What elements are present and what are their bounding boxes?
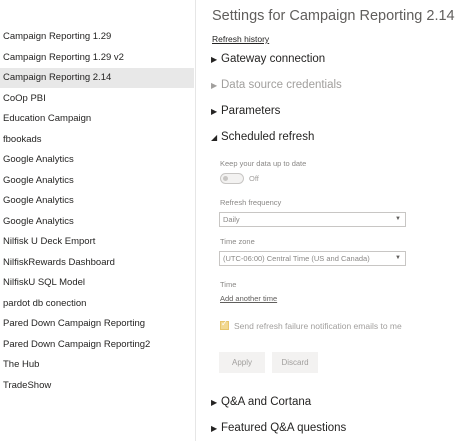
sidebar-item-pardot-db-conection[interactable]: pardot db conection <box>0 294 194 314</box>
dataset-list: Campaign Reporting 1.29 Campaign Reporti… <box>0 27 194 441</box>
sidebar-item-nilfiskrewards-dashboard[interactable]: NilfiskRewards Dashboard <box>0 253 194 273</box>
settings-pane: Settings for Campaign Reporting 2.14 Ref… <box>196 0 474 441</box>
keep-data-updated-toggle[interactable] <box>220 173 244 184</box>
caret-right-icon: ▶ <box>211 106 218 116</box>
refresh-frequency-select[interactable]: Daily ▼ <box>219 212 406 227</box>
caret-right-icon: ▶ <box>211 397 218 407</box>
caret-right-icon: ▶ <box>211 54 218 64</box>
toggle-knob <box>223 176 228 181</box>
notify-failure-label: Send refresh failure notification emails… <box>234 321 402 331</box>
sidebar-item-campaign-reporting-2-14[interactable]: Campaign Reporting 2.14 <box>0 68 194 88</box>
section-gateway-connection[interactable]: ▶ Gateway connection <box>211 53 325 65</box>
caret-right-icon: ▶ <box>211 423 218 433</box>
refresh-history-link[interactable]: Refresh history <box>212 34 269 44</box>
sidebar-item-nilfisk-u-deck-emport[interactable]: Nilfisk U Deck Emport <box>0 232 194 252</box>
sidebar-item-google-analytics[interactable]: Google Analytics <box>0 212 194 232</box>
add-another-time-link[interactable]: Add another time <box>220 294 277 303</box>
sidebar-item-tradeshow[interactable]: TradeShow <box>0 376 194 396</box>
refresh-frequency-value: Daily <box>223 215 240 224</box>
time-zone-select[interactable]: (UTC-06:00) Central Time (US and Canada)… <box>219 251 406 266</box>
section-qna-cortana[interactable]: ▶ Q&A and Cortana <box>211 396 311 408</box>
chevron-down-icon: ▼ <box>395 255 401 261</box>
section-label: Featured Q&A questions <box>221 422 347 434</box>
sidebar-item-campaign-reporting-1-29[interactable]: Campaign Reporting 1.29 <box>0 27 194 47</box>
sidebar-item-pared-down-campaign-reporting[interactable]: Pared Down Campaign Reporting <box>0 314 194 334</box>
sidebar-item-coop-pbi[interactable]: CoOp PBI <box>0 89 194 109</box>
sidebar-item-google-analytics[interactable]: Google Analytics <box>0 150 194 170</box>
section-featured-qna-questions[interactable]: ▶ Featured Q&A questions <box>211 422 346 434</box>
keep-data-updated-label: Keep your data up to date <box>220 159 307 168</box>
apply-button[interactable]: Apply <box>219 352 265 373</box>
section-data-source-credentials: ▶ Data source credentials <box>211 79 342 91</box>
sidebar-item-pared-down-campaign-reporting2[interactable]: Pared Down Campaign Reporting2 <box>0 335 194 355</box>
sidebar-item-google-analytics[interactable]: Google Analytics <box>0 171 194 191</box>
checkmark-icon: ✓ <box>221 319 228 328</box>
page-title: Settings for Campaign Reporting 2.14 <box>212 8 455 24</box>
caret-right-icon: ▶ <box>211 80 218 90</box>
toggle-state-label: Off <box>249 174 259 183</box>
section-label: Data source credentials <box>221 79 342 91</box>
section-label: Parameters <box>221 105 281 117</box>
chevron-down-icon: ▼ <box>395 216 401 222</box>
sidebar-item-fbookads[interactable]: fbookads <box>0 130 194 150</box>
section-parameters[interactable]: ▶ Parameters <box>211 105 280 117</box>
time-zone-label: Time zone <box>220 237 255 246</box>
sidebar-item-nilfisku-sql-model[interactable]: NilfiskU SQL Model <box>0 273 194 293</box>
sidebar-item-google-analytics[interactable]: Google Analytics <box>0 191 194 211</box>
caret-expanded-icon: ◢ <box>211 132 218 142</box>
sidebar-item-education-campaign[interactable]: Education Campaign <box>0 109 194 129</box>
notify-failure-checkbox[interactable]: ✓ <box>220 319 229 330</box>
sidebar-item-the-hub[interactable]: The Hub <box>0 355 194 375</box>
sidebar-item-campaign-reporting-1-29-v2[interactable]: Campaign Reporting 1.29 v2 <box>0 48 194 68</box>
refresh-frequency-label: Refresh frequency <box>220 198 282 207</box>
time-label: Time <box>220 280 237 289</box>
section-label: Q&A and Cortana <box>221 396 312 408</box>
section-label: Gateway connection <box>221 53 326 65</box>
section-label: Scheduled refresh <box>221 131 315 143</box>
time-zone-value: (UTC-06:00) Central Time (US and Canada) <box>223 254 370 263</box>
discard-button[interactable]: Discard <box>272 352 318 373</box>
section-scheduled-refresh[interactable]: ◢ Scheduled refresh <box>211 131 314 143</box>
